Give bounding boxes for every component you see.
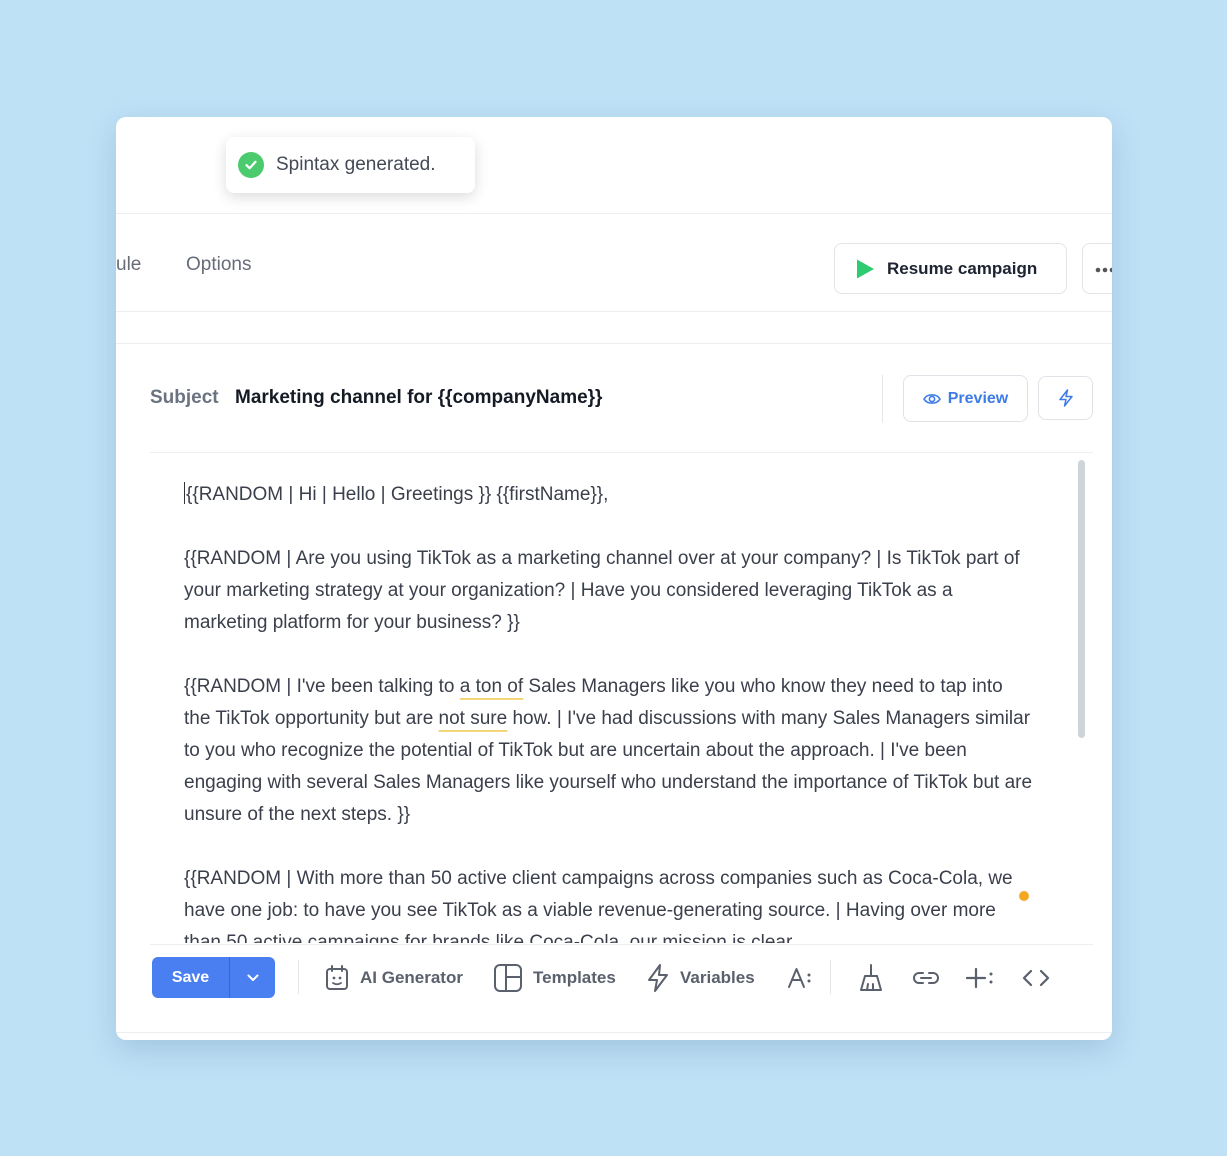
tab-schedule[interactable]: ule: [116, 254, 141, 276]
preview-label: Preview: [947, 389, 1009, 407]
body-paragraph: {{RANDOM | Hi | Hello | Greetings }} {{f…: [184, 479, 1034, 511]
save-split-button: Save: [152, 957, 275, 998]
play-icon: [855, 258, 875, 280]
quick-actions-button[interactable]: [1038, 376, 1093, 420]
header-divider: [116, 213, 1112, 214]
ai-generator-label: AI Generator: [360, 968, 463, 987]
resume-campaign-label: Resume campaign: [887, 258, 1038, 278]
text-cursor: [184, 482, 185, 504]
toolbar-separator: [298, 960, 299, 994]
lightning-icon: [648, 964, 668, 992]
status-indicator-dot: [1019, 891, 1029, 901]
templates-icon: [494, 964, 522, 992]
toast-notification: Spintax generated.: [226, 137, 475, 193]
body-paragraph: {{RANDOM | I've been talking to a ton of…: [184, 671, 1034, 831]
campaign-editor-card: Spintax generated. ule Options Resume ca…: [116, 117, 1112, 1040]
toast-message: Spintax generated.: [276, 154, 436, 175]
ai-calendar-icon: [326, 965, 348, 990]
chevron-down-icon: [247, 974, 258, 981]
subject-label: Subject: [150, 387, 219, 408]
save-button[interactable]: Save: [152, 957, 229, 998]
templates-label: Templates: [533, 968, 616, 987]
editor-scrollbar[interactable]: [1078, 460, 1085, 738]
save-options-dropdown[interactable]: [229, 957, 275, 998]
more-options-button[interactable]: [1082, 243, 1112, 294]
variables-button[interactable]: Variables: [646, 961, 755, 995]
clean-format-icon[interactable]: [856, 963, 886, 993]
email-body-editor[interactable]: {{RANDOM | Hi | Hello | Greetings }} {{f…: [184, 479, 1034, 943]
grammar-suggestion[interactable]: not sure: [439, 708, 508, 729]
lightning-icon: [1058, 389, 1073, 407]
tab-options[interactable]: Options: [186, 254, 251, 276]
tab-row-divider: [116, 311, 1112, 312]
subject-divider: [150, 452, 1093, 453]
body-paragraph: {{RANDOM | Are you using TikTok as a mar…: [184, 548, 1020, 633]
templates-button[interactable]: Templates: [493, 961, 616, 995]
subject-input[interactable]: Marketing channel for {{companyName}}: [235, 387, 602, 409]
editor-top-divider: [116, 343, 1112, 344]
variables-label: Variables: [680, 968, 755, 987]
ellipsis-icon: [1095, 260, 1112, 278]
subject-separator: [882, 375, 883, 423]
insert-icon[interactable]: [966, 963, 996, 993]
ai-generator-button[interactable]: AI Generator: [324, 961, 463, 995]
code-icon[interactable]: [1021, 963, 1051, 993]
toolbar-divider: [150, 944, 1093, 945]
grammar-suggestion[interactable]: a ton of: [460, 676, 523, 697]
card-footer-divider: [116, 1032, 1112, 1033]
preview-button[interactable]: Preview: [903, 375, 1028, 422]
text-style-icon[interactable]: [786, 963, 816, 993]
check-circle-icon: [238, 152, 264, 178]
resume-campaign-button[interactable]: Resume campaign: [834, 243, 1067, 294]
toolbar-separator: [830, 960, 831, 994]
link-icon[interactable]: [911, 963, 941, 993]
body-paragraph-text: {{RANDOM | Hi | Hello | Greetings }} {{f…: [186, 484, 609, 505]
body-paragraph: {{RANDOM | With more than 50 active clie…: [184, 868, 1013, 943]
eye-icon: [922, 393, 941, 404]
body-text: {{RANDOM | I've been talking to: [184, 676, 460, 697]
